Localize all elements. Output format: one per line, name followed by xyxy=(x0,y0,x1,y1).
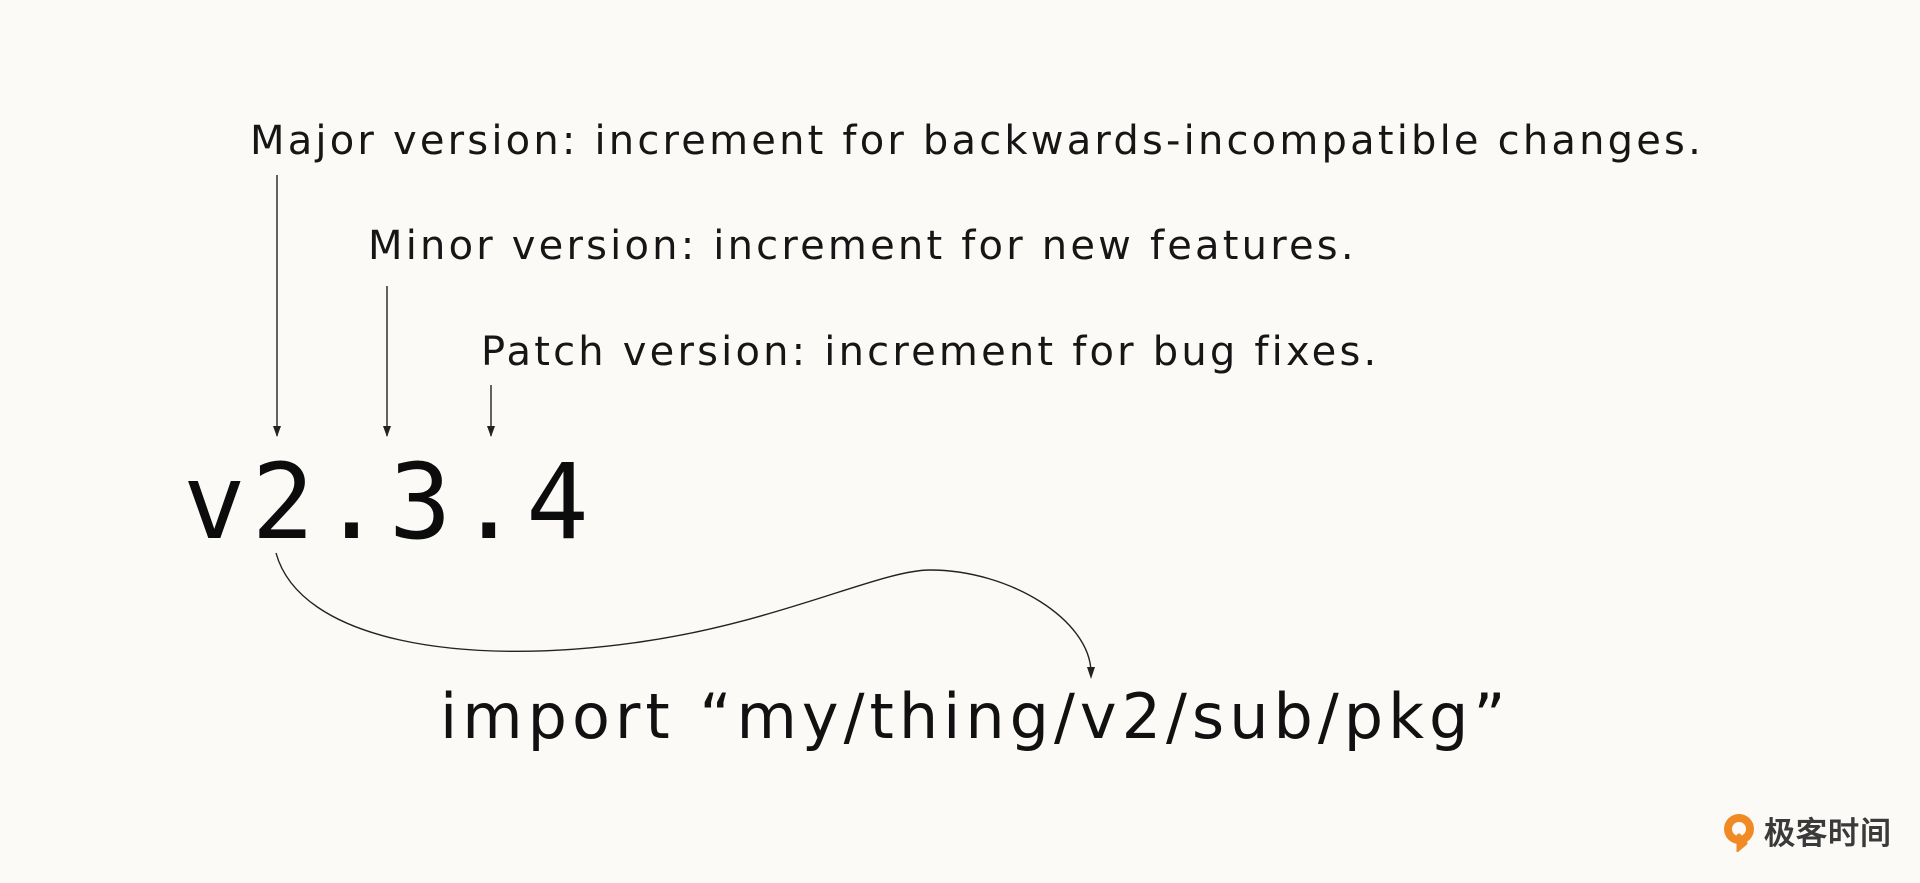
minor-arrowhead xyxy=(383,426,391,437)
minor-version-annotation: Minor version: increment for new feature… xyxy=(368,223,1357,269)
patch-version-annotation: Patch version: increment for bug fixes. xyxy=(481,329,1380,375)
geektime-logo-icon xyxy=(1720,812,1758,856)
brand-name: 极客时间 xyxy=(1764,815,1892,852)
major-version-annotation: Major version: increment for backwards-i… xyxy=(250,118,1705,164)
patch-arrowhead xyxy=(487,426,495,437)
curve-arrowhead xyxy=(1087,667,1095,679)
import-statement: import “my/thing/v2/sub/pkg” xyxy=(440,680,1511,753)
brand-logo: 极客时间 xyxy=(1720,812,1892,856)
version-string: v2.3.4 xyxy=(183,441,595,563)
major-arrowhead xyxy=(273,426,281,437)
major-to-import-curve xyxy=(275,552,1092,673)
